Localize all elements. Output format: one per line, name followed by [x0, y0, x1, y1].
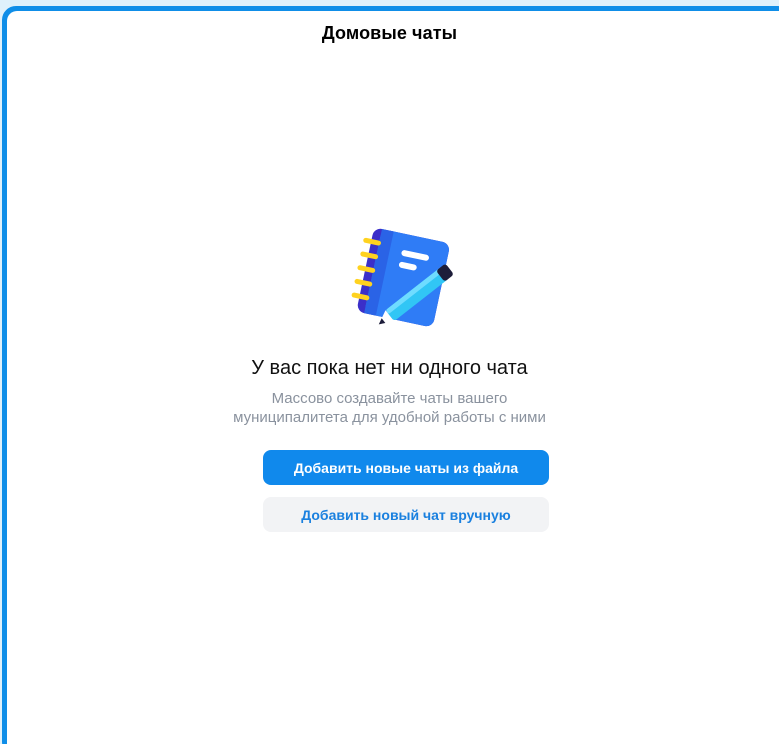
import-chats-button[interactable]: Добавить новые чаты из файла: [263, 450, 549, 485]
empty-state-heading: У вас пока нет ни одного чата: [251, 357, 528, 379]
subtitle-line-2: муниципалитета для удобной работы с ними: [233, 409, 546, 426]
add-chat-manually-button[interactable]: Добавить новый чат вручную: [263, 497, 549, 532]
notebook-pencil-icon: [346, 224, 466, 334]
page-title: Домовые чаты: [321, 23, 458, 43]
subtitle-line-1: Массово создавайте чаты вашего: [271, 390, 508, 407]
empty-state-subtitle: Массово создавайте чаты вашего муниципал…: [0, 389, 779, 427]
